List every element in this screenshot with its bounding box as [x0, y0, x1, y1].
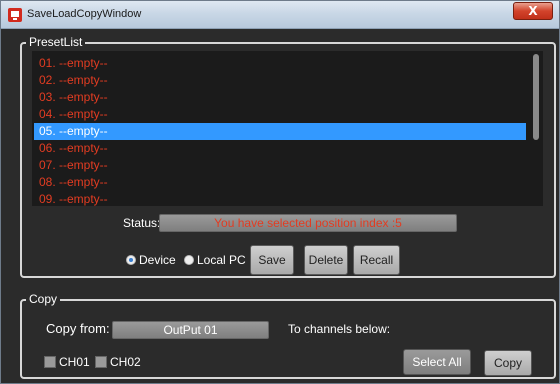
status-field: You have selected position index :5 [159, 214, 457, 232]
preset-item[interactable]: 03. --empty-- [34, 89, 526, 106]
preset-listbox[interactable]: 01. --empty-- 02. --empty-- 03. --empty-… [32, 51, 543, 206]
status-label: Status: [123, 216, 161, 230]
device-radio[interactable] [126, 255, 136, 265]
recall-button[interactable]: Recall [353, 245, 400, 275]
device-radio-label[interactable]: Device [139, 253, 176, 267]
ch02-label[interactable]: CH02 [110, 355, 141, 369]
save-button[interactable]: Save [250, 245, 294, 275]
copy-group: Copy Copy from: OutPut 01 To channels be… [20, 292, 556, 379]
to-channels-label: To channels below: [288, 322, 391, 336]
copy-from-label: Copy from: [46, 321, 110, 336]
local-pc-radio-label[interactable]: Local PC [197, 253, 246, 267]
copy-legend: Copy [26, 292, 61, 306]
select-all-button[interactable]: Select All [403, 349, 471, 375]
save-load-copy-window: SaveLoadCopyWindow X PresetList 01. --em… [0, 0, 560, 384]
close-button[interactable]: X [513, 2, 553, 20]
local-pc-radio[interactable] [184, 255, 194, 265]
copy-from-select[interactable]: OutPut 01 [112, 321, 269, 339]
list-scrollbar[interactable] [533, 54, 539, 140]
preset-item[interactable]: 02. --empty-- [34, 72, 526, 89]
preset-item[interactable]: 08. --empty-- [34, 174, 526, 191]
ch01-label[interactable]: CH01 [59, 355, 90, 369]
preset-item[interactable]: 04. --empty-- [34, 106, 526, 123]
app-icon [8, 8, 22, 22]
copy-button[interactable]: Copy [484, 350, 532, 376]
preset-list-group: PresetList 01. --empty-- 02. --empty-- 0… [20, 35, 556, 278]
preset-item[interactable]: 01. --empty-- [34, 55, 526, 72]
preset-item[interactable]: 06. --empty-- [34, 140, 526, 157]
preset-item[interactable]: 09. --empty-- [34, 191, 526, 206]
preset-list-legend: PresetList [26, 35, 86, 49]
title-bar: SaveLoadCopyWindow X [1, 1, 559, 29]
preset-item-selected[interactable]: 05. --empty-- [34, 123, 526, 140]
ch01-checkbox[interactable] [44, 356, 56, 368]
preset-item[interactable]: 07. --empty-- [34, 157, 526, 174]
ch02-checkbox[interactable] [95, 356, 107, 368]
delete-button[interactable]: Delete [304, 245, 348, 275]
window-title: SaveLoadCopyWindow [27, 8, 142, 20]
